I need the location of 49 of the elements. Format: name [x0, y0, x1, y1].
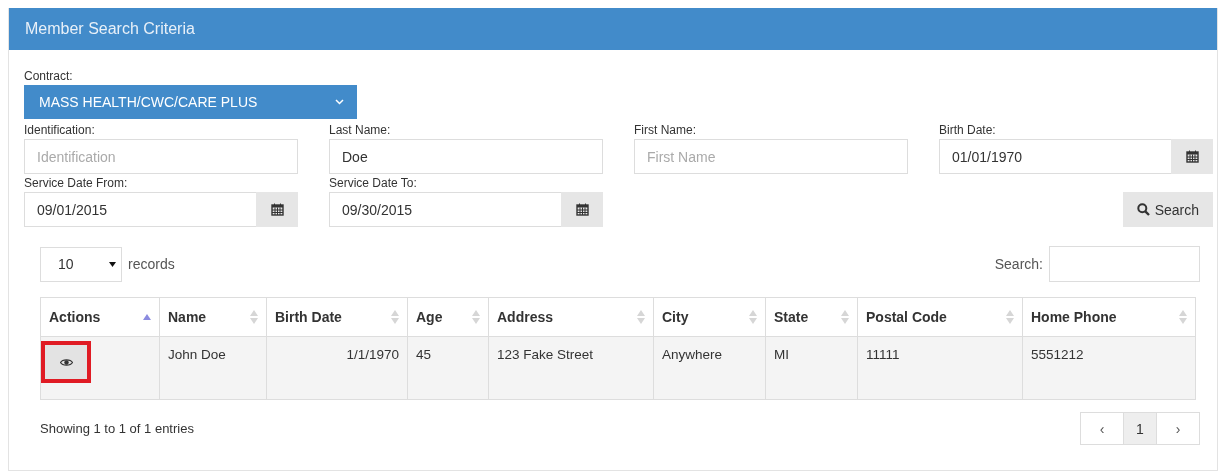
field-label: Identification: — [24, 123, 96, 137]
calendar-icon — [575, 203, 589, 216]
chevron-down-icon — [335, 99, 344, 105]
field-label: Last Name: — [329, 123, 392, 137]
column-header[interactable]: Address — [488, 297, 654, 337]
column-header[interactable]: Name — [159, 297, 267, 337]
column-header[interactable]: State — [765, 297, 858, 337]
field-label: Service Date To: — [329, 176, 418, 190]
column-header[interactable]: Birth Date — [266, 297, 408, 337]
entries-info: Showing 1 to 1 of 1 entries — [40, 421, 194, 436]
search-icon — [1136, 203, 1150, 216]
field-label: Service Date From: — [24, 176, 129, 190]
view-button[interactable] — [41, 341, 91, 383]
column-header[interactable]: Age — [407, 297, 489, 337]
input-field[interactable]: First Name — [634, 139, 908, 174]
page-size-select[interactable]: 10 — [40, 246, 122, 282]
table-cell: MI — [765, 336, 858, 400]
contract-dropdown[interactable]: MASS HEALTH/CWC/CARE PLUS — [24, 85, 357, 119]
calendar-icon — [1185, 150, 1199, 163]
table-cell: 5551212 — [1022, 336, 1196, 400]
table-cell: 45 — [407, 336, 489, 400]
search-label: Search: — [994, 256, 1043, 272]
page-button[interactable]: 1 — [1123, 412, 1157, 445]
calendar-icon — [270, 203, 284, 216]
table-search-field[interactable] — [1049, 246, 1200, 282]
column-header[interactable]: Actions — [40, 297, 160, 337]
column-header[interactable]: Postal Code — [857, 297, 1023, 337]
calendar-button[interactable] — [256, 192, 298, 227]
panel-title: Member Search Criteria — [25, 20, 195, 38]
table-cell: 11111 — [857, 336, 1023, 400]
page-button[interactable]: › — [1156, 412, 1200, 445]
input-field[interactable]: Identification — [24, 139, 298, 174]
column-header[interactable]: Home Phone — [1022, 297, 1196, 337]
column-header[interactable]: City — [653, 297, 766, 337]
table-cell: 1/1/1970 — [266, 336, 408, 400]
table-cell: 123 Fake Street — [488, 336, 654, 400]
input-field[interactable]: Doe — [329, 139, 603, 174]
field-label: Contract: — [24, 69, 74, 83]
eye-icon — [59, 357, 73, 367]
calendar-button[interactable] — [1171, 139, 1213, 174]
field-label: Birth Date: — [939, 123, 997, 137]
calendar-button[interactable] — [561, 192, 603, 227]
table-cell: Anywhere — [653, 336, 766, 400]
caret-icon — [109, 261, 116, 267]
search-button[interactable]: Search — [1122, 192, 1213, 227]
field-label: First Name: — [634, 123, 697, 137]
page-button[interactable]: ‹ — [1080, 412, 1124, 445]
records-label: records — [128, 256, 175, 272]
table-cell: John Doe — [159, 336, 267, 400]
